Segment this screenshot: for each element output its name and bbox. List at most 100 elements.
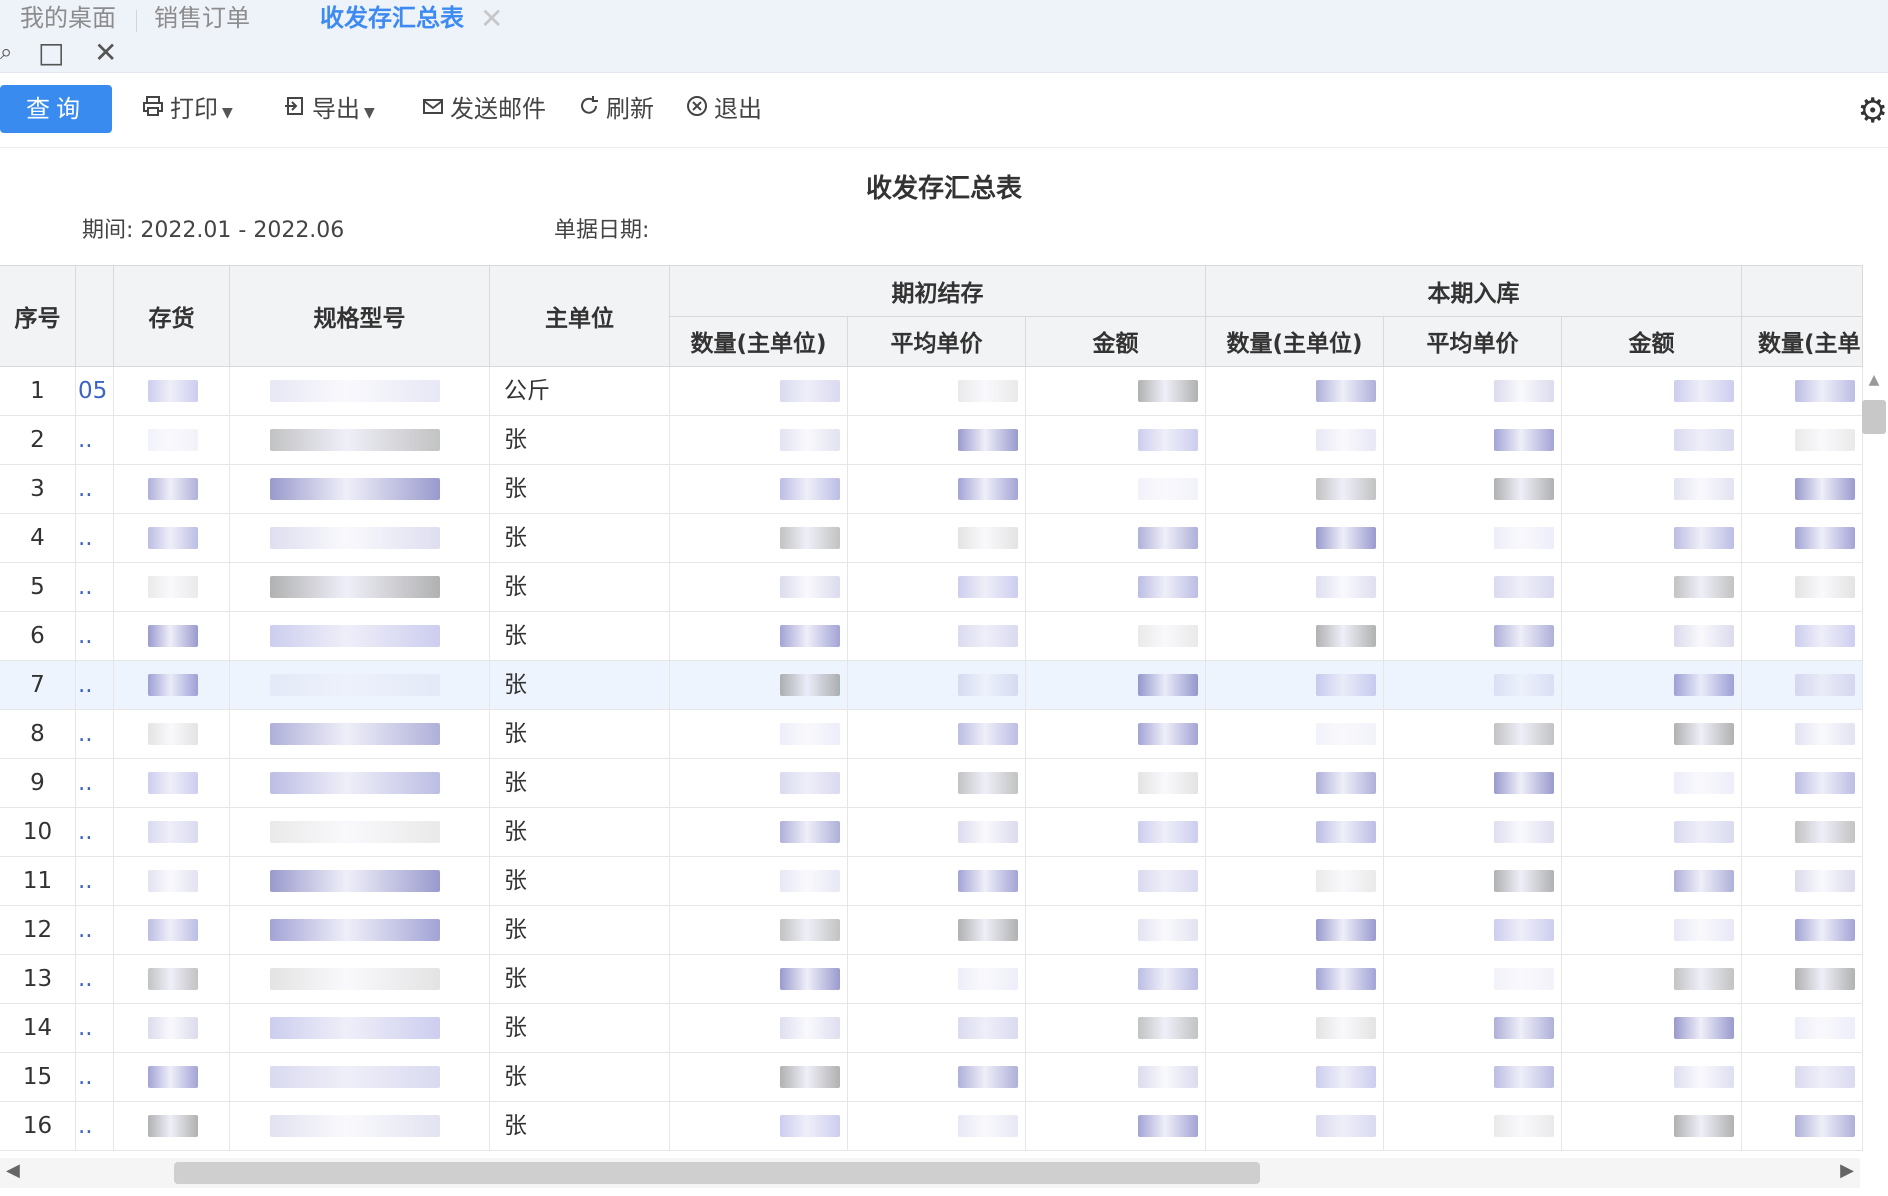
table-row[interactable]: 14.. 张 [0,1004,1863,1053]
row-inventory[interactable] [114,367,230,415]
row-receipt-qty[interactable] [1206,416,1384,464]
row-seq[interactable]: 10 [0,808,76,856]
header-opening-qty[interactable]: 数量(主单位) [670,316,848,366]
row-receipt-amount[interactable] [1562,465,1742,513]
row-issue-qty[interactable] [1742,416,1863,464]
row-inventory[interactable] [114,1004,230,1052]
header-opening-amount[interactable]: 金额 [1026,316,1206,366]
row-opening-qty[interactable] [670,955,848,1003]
search-icon[interactable]: ⌕ [0,40,12,65]
row-receipt-avg-price[interactable] [1384,465,1562,513]
row-receipt-qty[interactable] [1206,759,1384,807]
row-receipt-qty[interactable] [1206,906,1384,954]
row-opening-amount[interactable] [1026,906,1206,954]
row-opening-qty[interactable] [670,1102,848,1150]
row-inventory[interactable] [114,612,230,660]
header-seq[interactable]: 序号 [0,266,76,366]
row-opening-avg-price[interactable] [848,759,1026,807]
row-unit[interactable]: 张 [490,563,670,611]
export-button[interactable]: 导出 ▼ [282,93,375,125]
row-code[interactable]: .. [76,710,114,758]
row-opening-avg-price[interactable] [848,1053,1026,1101]
row-inventory[interactable] [114,1053,230,1101]
row-opening-qty[interactable] [670,906,848,954]
row-opening-avg-price[interactable] [848,808,1026,856]
exit-button[interactable]: 退出 [684,93,762,125]
row-seq[interactable]: 1 [0,367,76,415]
row-opening-amount[interactable] [1026,1053,1206,1101]
row-code[interactable]: .. [76,416,114,464]
row-opening-avg-price[interactable] [848,465,1026,513]
row-seq[interactable]: 2 [0,416,76,464]
row-inventory[interactable] [114,661,230,709]
row-spec[interactable] [230,1004,490,1052]
row-receipt-qty[interactable] [1206,514,1384,562]
row-seq[interactable]: 16 [0,1102,76,1150]
row-code[interactable]: .. [76,612,114,660]
table-row[interactable]: 11.. 张 [0,857,1863,906]
row-opening-amount[interactable] [1026,416,1206,464]
row-opening-qty[interactable] [670,514,848,562]
row-inventory[interactable] [114,416,230,464]
row-receipt-amount[interactable] [1562,367,1742,415]
table-row[interactable]: 13.. 张 [0,955,1863,1004]
table-row[interactable]: 4.. 张 [0,514,1863,563]
row-code[interactable]: .. [76,955,114,1003]
row-opening-amount[interactable] [1026,612,1206,660]
row-spec[interactable] [230,416,490,464]
row-seq[interactable]: 5 [0,563,76,611]
table-row[interactable]: 10.. 张 [0,808,1863,857]
row-issue-qty[interactable] [1742,1004,1863,1052]
row-receipt-avg-price[interactable] [1384,857,1562,905]
row-spec[interactable] [230,759,490,807]
tab-desktop[interactable]: 我的桌面 [20,4,116,32]
row-opening-qty[interactable] [670,759,848,807]
row-inventory[interactable] [114,857,230,905]
row-unit[interactable]: 张 [490,710,670,758]
row-seq[interactable]: 14 [0,1004,76,1052]
row-opening-qty[interactable] [670,563,848,611]
row-code[interactable]: .. [76,906,114,954]
row-receipt-amount[interactable] [1562,1102,1742,1150]
table-row[interactable]: 6.. 张 [0,612,1863,661]
row-opening-amount[interactable] [1026,710,1206,758]
table-row[interactable]: 15.. 张 [0,1053,1863,1102]
row-receipt-qty[interactable] [1206,1004,1384,1052]
table-row[interactable]: 3.. 张 [0,465,1863,514]
row-opening-avg-price[interactable] [848,367,1026,415]
row-inventory[interactable] [114,955,230,1003]
row-issue-qty[interactable] [1742,906,1863,954]
row-opening-qty[interactable] [670,612,848,660]
row-receipt-avg-price[interactable] [1384,367,1562,415]
row-code[interactable]: .. [76,465,114,513]
row-opening-amount[interactable] [1026,1004,1206,1052]
row-issue-qty[interactable] [1742,661,1863,709]
row-unit[interactable]: 张 [490,1004,670,1052]
row-code[interactable]: .. [76,1004,114,1052]
scroll-up-icon[interactable]: ▲ [1860,372,1888,388]
row-opening-amount[interactable] [1026,465,1206,513]
header-receipt-amount[interactable]: 金额 [1562,316,1742,366]
header-unit[interactable]: 主单位 [490,266,670,366]
row-receipt-avg-price[interactable] [1384,759,1562,807]
row-receipt-avg-price[interactable] [1384,563,1562,611]
row-opening-avg-price[interactable] [848,661,1026,709]
row-code[interactable]: .. [76,563,114,611]
row-issue-qty[interactable] [1742,808,1863,856]
row-receipt-amount[interactable] [1562,661,1742,709]
header-issue-qty[interactable]: 数量(主单 [1742,316,1863,366]
table-row[interactable]: 5.. 张 [0,563,1863,612]
row-receipt-avg-price[interactable] [1384,514,1562,562]
header-spec[interactable]: 规格型号 [230,266,490,366]
row-opening-qty[interactable] [670,367,848,415]
row-receipt-avg-price[interactable] [1384,661,1562,709]
row-seq[interactable]: 3 [0,465,76,513]
row-seq[interactable]: 8 [0,710,76,758]
row-issue-qty[interactable] [1742,759,1863,807]
row-receipt-qty[interactable] [1206,808,1384,856]
tab-close-icon[interactable]: ✕ [480,2,503,35]
row-issue-qty[interactable] [1742,710,1863,758]
tab-summary[interactable]: 收发存汇总表 [320,4,464,32]
row-unit[interactable]: 张 [490,1102,670,1150]
row-inventory[interactable] [114,1102,230,1150]
